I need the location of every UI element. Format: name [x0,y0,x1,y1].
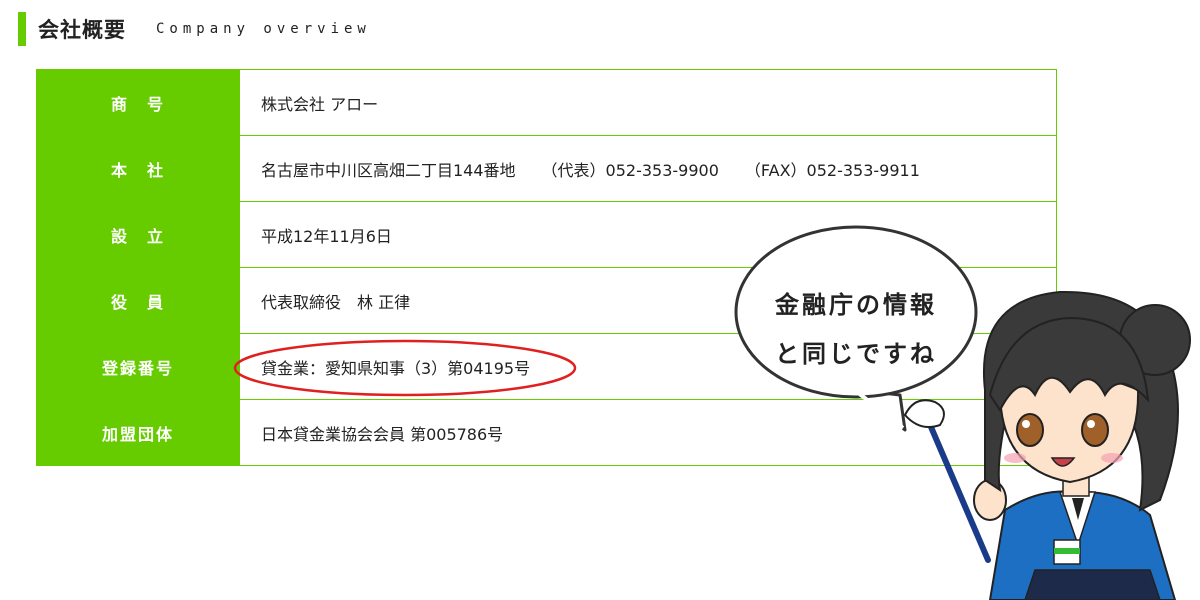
table-row-headquarters: 本 社 名古屋市中川区高畑二丁目144番地 （代表）052-353-9900 （FA… [36,135,1057,202]
row-label: 役 員 [36,267,240,334]
row-label: 設 立 [36,201,240,268]
hq-address: 名古屋市中川区高畑二丁目144番地 [261,160,516,180]
row-value: 名古屋市中川区高畑二丁目144番地 （代表）052-353-9900 （FAX）05… [239,135,1057,202]
row-label: 商 号 [36,69,240,136]
heading-accent-bar [18,12,26,46]
section-heading: 会社概要 Company overview [18,12,371,46]
table-row-established: 設 立 平成12年11月6日 [36,201,1057,268]
row-value: 株式会社 アロー [239,69,1057,136]
speech-bubble-line-1: 金融庁の情報 [775,291,937,319]
row-label: 本 社 [36,135,240,202]
company-overview-table: 商 号 株式会社 アロー 本 社 名古屋市中川区高畑二丁目144番地 （代表）05… [36,69,1057,466]
row-value: 平成12年11月6日 [239,201,1057,268]
row-value: 日本貸金業協会会員 第005786号 [239,399,1057,466]
table-row-association: 加盟団体 日本貸金業協会会員 第005786号 [36,399,1057,466]
hq-fax: （FAX）052-353-9911 [744,160,920,180]
table-row-trade-name: 商 号 株式会社 アロー [36,69,1057,136]
row-label: 登録番号 [36,333,240,400]
page-title: 会社概要 [38,18,126,42]
page-subtitle: Company overview [156,21,371,37]
speech-bubble-line-2: と同じですね [775,340,937,368]
row-label: 加盟団体 [36,399,240,466]
hq-phone: （代表）052-353-9900 [541,160,719,180]
